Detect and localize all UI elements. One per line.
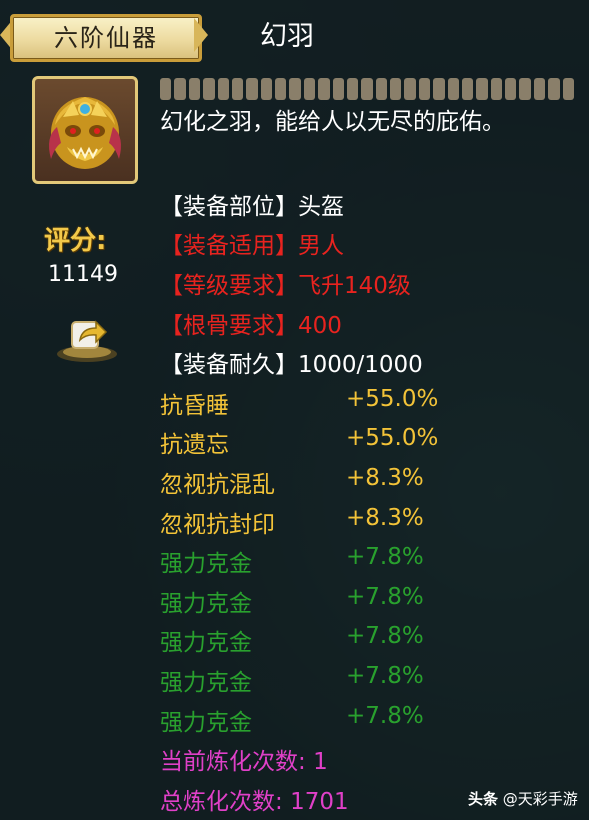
attribute-value: 男人 [298, 233, 344, 259]
stat-value: +7.8% [346, 663, 424, 689]
attribute-value: 头盔 [298, 194, 344, 220]
refine-total-label: 总炼化次数: [160, 789, 283, 815]
attribute-label: 【根骨要求】 [160, 313, 298, 339]
score-value: 11149 [48, 262, 118, 287]
stat-value: +7.8% [346, 584, 424, 610]
attribute-label: 【装备适用】 [160, 233, 298, 259]
refine-current-value: 1 [313, 749, 328, 775]
stat-name: 强力克金 [160, 630, 252, 656]
grade-plaque: 六阶仙器 [0, 10, 208, 62]
stat-name: 强力克金 [160, 551, 252, 577]
stat-value: +55.0% [346, 386, 439, 412]
attribute-label: 【等级要求】 [160, 273, 298, 299]
refine-current: 当前炼化次数: 1 [160, 742, 328, 776]
grade-label: 六阶仙器 [54, 24, 158, 52]
attribute-value: 400 [298, 313, 342, 339]
item-name: 幻羽 [260, 21, 314, 52]
attribute-level: 【等级要求】飞升140级 [160, 266, 411, 300]
stat-value: +7.8% [346, 623, 424, 649]
attribute-slot: 【装备部位】头盔 [160, 187, 344, 221]
refine-total-value: 1701 [290, 789, 349, 815]
stat-value: +55.0% [346, 425, 439, 451]
attribute-root: 【根骨要求】400 [160, 306, 342, 340]
description-separator [160, 78, 574, 100]
attribute-value: 1000/1000 [298, 352, 423, 378]
stat-name: 强力克金 [160, 710, 252, 736]
watermark-brand: 头条 [468, 790, 499, 808]
item-icon-frame[interactable] [32, 76, 138, 184]
score-label: 评分: [44, 226, 107, 256]
stat-name: 抗遗忘 [160, 432, 229, 458]
stat-name: 强力克金 [160, 591, 252, 617]
stat-value: +8.3% [346, 465, 424, 491]
watermark-handle: @天彩手游 [502, 790, 578, 808]
item-description: 幻化之羽，能给人以无尽的庇佑。 [160, 109, 505, 135]
refine-current-label: 当前炼化次数: [160, 749, 306, 775]
stat-name: 忽视抗封印 [160, 512, 275, 538]
stat-name: 忽视抗混乱 [160, 472, 275, 498]
attribute-label: 【装备耐久】 [160, 352, 298, 378]
refine-total: 总炼化次数: 1701 [160, 782, 349, 816]
share-icon[interactable] [54, 312, 120, 364]
attribute-label: 【装备部位】 [160, 194, 298, 220]
attribute-gender: 【装备适用】男人 [160, 226, 344, 260]
stat-name: 抗昏睡 [160, 393, 229, 419]
item-tooltip-panel: 六阶仙器 幻羽 评分: 11149 幻化之羽，能给人以无尽的庇佑。 【装备部位】… [0, 0, 589, 820]
golden-helmet-icon [49, 97, 121, 169]
stat-value: +7.8% [346, 544, 424, 570]
attribute-durability: 【装备耐久】1000/1000 [160, 345, 423, 379]
watermark: 头条 @天彩手游 [468, 788, 578, 809]
stat-name: 强力克金 [160, 670, 252, 696]
stat-value: +8.3% [346, 505, 424, 531]
attribute-value: 飞升140级 [298, 273, 411, 299]
stat-value: +7.8% [346, 703, 424, 729]
